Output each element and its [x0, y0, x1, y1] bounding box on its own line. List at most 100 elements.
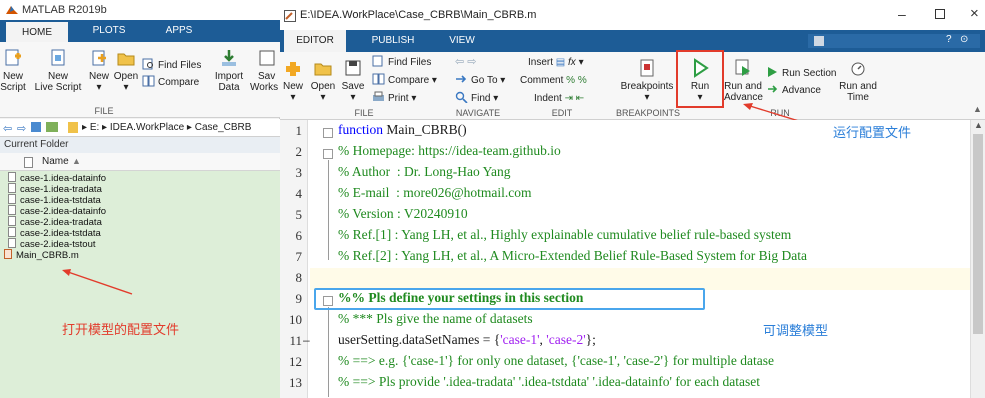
tab-home[interactable]: HOME — [6, 20, 68, 42]
collapse-ribbon-icon[interactable]: ▲ — [973, 104, 982, 114]
find-files-icon — [142, 58, 153, 70]
editor-file-icon — [284, 10, 296, 22]
code-text: Main_CBRB() — [383, 122, 467, 137]
advance-button[interactable]: Advance — [766, 83, 821, 99]
quick-access-toolbar[interactable]: ? ⊙ — [808, 34, 980, 48]
group-breakpoints-label: BREAKPOINTS — [616, 108, 681, 118]
comment-button[interactable]: Comment % % — [520, 73, 587, 89]
annotation-arrow-left — [62, 269, 133, 295]
string-literal: 'case-2' — [546, 332, 586, 347]
expand-icon[interactable]: ⊙ — [960, 34, 968, 45]
line-number: 10 — [289, 312, 302, 327]
editor-window: E:\IDEA.WorkPlace\Case_CBRB\Main_CBRB.m … — [280, 0, 985, 398]
run-section-icon — [768, 67, 777, 77]
code-line-6: % Ref.[1] : Yang LH, et al., Highly expl… — [338, 227, 792, 242]
matlab-title: MATLAB R2019b — [22, 4, 107, 16]
new-icon — [92, 50, 106, 66]
find-files-button[interactable]: Find Files — [142, 58, 201, 74]
new-live-script-button[interactable]: New Live Script — [34, 46, 82, 108]
goto-button[interactable]: Go To ▾ — [455, 73, 505, 89]
new-live-label: New — [47, 71, 68, 82]
group-run-label: RUN — [770, 108, 790, 118]
breadcrumb-drive[interactable]: E: — [90, 122, 99, 133]
save-workspace-button[interactable]: Sav Works — [250, 46, 280, 108]
run-advance-icon — [735, 59, 750, 76]
tab-editor[interactable]: EDITOR — [284, 30, 346, 52]
code-text: }; — [585, 332, 596, 347]
code-line-2: % Homepage: https://idea-team.github.io — [338, 143, 561, 158]
editor-title: E:\IDEA.WorkPlace\Case_CBRB\Main_CBRB.m — [300, 9, 537, 21]
indent-icon[interactable]: ⇥ — [565, 93, 573, 104]
compare-icon — [372, 73, 385, 85]
nav-arrows-icon[interactable]: ⇦ ⇨ — [455, 55, 477, 68]
new-button[interactable]: New ▾ — [88, 46, 110, 108]
run-advance-label: Run and — [724, 81, 762, 92]
find-label: Find — [471, 93, 491, 104]
tab-view[interactable]: VIEW — [440, 30, 484, 52]
insert-button[interactable]: Insert ▤ fx ▾ — [528, 55, 584, 71]
insert-options-icon[interactable]: ▾ — [579, 57, 584, 68]
breadcrumb-case[interactable]: Case_CBRB — [195, 122, 252, 133]
open-label: Open — [113, 71, 139, 82]
line-number: 9 — [295, 291, 303, 306]
browse-folder-icon[interactable] — [46, 122, 58, 132]
import-label: Import — [214, 71, 244, 82]
open-button[interactable]: Open ▾ — [113, 46, 139, 108]
group-navigate-label: NAVIGATE — [455, 108, 501, 118]
breadcrumb-workplace[interactable]: IDEA.WorkPlace — [110, 122, 184, 133]
new-script-label: New — [2, 71, 23, 82]
code-editor[interactable]: 1 2 3 4 5 6 7 8 9 10 11 12 13 – function… — [280, 120, 985, 398]
line-number: 12 — [289, 354, 302, 369]
editor-find-files-button[interactable]: Find Files — [372, 55, 431, 71]
advance-label: Advance — [782, 85, 821, 96]
new-script-button[interactable]: New Script — [0, 46, 26, 108]
matlab-titlebar: MATLAB R2019b — [0, 0, 280, 20]
uncomment-icon[interactable]: % — [578, 75, 587, 86]
fx-icon[interactable]: fx — [568, 57, 576, 68]
new-script-icon — [5, 49, 21, 66]
close-button[interactable]: × — [970, 5, 979, 22]
code-line-5: % Version : V20240910 — [338, 206, 468, 221]
vertical-scrollbar[interactable]: ▲ — [970, 120, 985, 398]
minimize-button[interactable]: – — [898, 6, 906, 22]
print-icon — [373, 91, 384, 101]
breadcrumb[interactable]: ▸ E: ▸ IDEA.WorkPlace ▸ Case_CBRB — [82, 122, 251, 133]
address-bar[interactable]: ⇦ ⇨ ▸ E: ▸ IDEA.WorkPlace ▸ Case_CBRB — [0, 119, 280, 137]
compare-button[interactable]: Compare — [142, 75, 199, 91]
run-section-button[interactable]: Run Section — [766, 66, 836, 82]
insert-icon: ▤ — [555, 57, 566, 68]
fold-toggle-icon[interactable] — [323, 128, 333, 138]
new-script-label-2: Script — [0, 82, 26, 93]
annotation-adjust-model: 可调整模型 — [763, 324, 829, 339]
back-arrow-icon[interactable]: ⇦ — [3, 122, 12, 135]
outdent-icon[interactable]: ⇤ — [576, 93, 584, 104]
import-data-button[interactable]: Import Data — [214, 46, 244, 108]
new-live-script-icon — [51, 49, 65, 66]
editor-compare-button[interactable]: Compare ▾ — [372, 73, 437, 89]
editor-print-button[interactable]: Print ▾ — [372, 91, 416, 107]
tab-plots[interactable]: PLOTS — [86, 20, 132, 42]
indent-button[interactable]: Indent ⇥ ⇤ — [534, 91, 584, 107]
scrollbar-thumb[interactable] — [973, 134, 983, 334]
line-marker-icon: – — [303, 333, 310, 347]
fold-toggle-icon[interactable] — [323, 149, 333, 159]
find-button[interactable]: Find ▾ — [455, 91, 498, 107]
open-folder-icon — [117, 53, 135, 66]
forward-arrow-icon[interactable]: ⇨ — [17, 122, 26, 135]
up-folder-icon[interactable] — [31, 122, 41, 132]
code-line-4: % E-mail : more026@hotmail.com — [338, 185, 532, 200]
maximize-button[interactable] — [935, 9, 945, 19]
cell-divider — [310, 268, 970, 290]
run-section-label: Run Section — [782, 68, 837, 79]
run-advance-label-2: Advance — [724, 92, 763, 103]
line-number: 6 — [295, 228, 303, 243]
line-number: 7 — [295, 249, 303, 264]
tab-apps[interactable]: APPS — [156, 20, 202, 42]
open-folder-icon — [314, 63, 332, 76]
settings-section-highlight — [314, 288, 705, 310]
scroll-up-icon[interactable]: ▲ — [974, 120, 983, 130]
help-icon[interactable]: ? — [946, 34, 952, 45]
save-quick-icon[interactable] — [814, 36, 824, 46]
tab-publish[interactable]: PUBLISH — [362, 30, 424, 52]
current-folder-panel: Name ▲ case-1.idea-datainfo case-1.idea-… — [0, 153, 280, 398]
